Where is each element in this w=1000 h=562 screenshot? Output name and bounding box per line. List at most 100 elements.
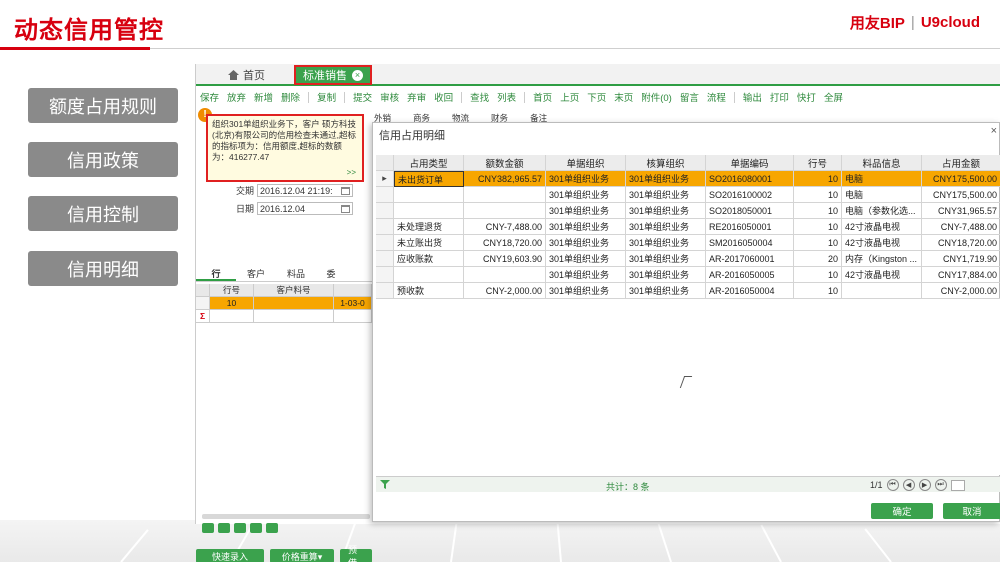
column-header[interactable]: 料品信息 [842,155,922,171]
toolbar-button[interactable]: 复制 [317,90,336,104]
line-grid: 行号 客户料号 10 1-03-0 Σ [196,284,372,323]
column-header[interactable]: 行号 [794,155,842,171]
column-header[interactable]: 核算组织 [626,155,706,171]
dialog-title: 信用占用明细 [379,130,445,142]
date-row: 日期 2016.12.04 [236,202,354,215]
table-cell: 301单组织业务 [626,187,706,203]
sum-row: Σ [196,310,372,323]
toolbar-button[interactable]: 列表 [497,90,516,104]
tab-standard-sales[interactable]: 标准销售 × [294,65,372,85]
column-header[interactable] [376,155,394,171]
table-cell: SO2018050001 [706,203,794,219]
column-header[interactable]: 单据组织 [546,155,626,171]
col-customer-item[interactable]: 客户料号 [254,284,334,297]
menu-credit-control[interactable]: 信用控制 [28,196,178,231]
column-header[interactable]: 单据编码 [706,155,794,171]
calendar-icon[interactable] [341,204,351,213]
ok-button[interactable]: 确定 [871,503,933,519]
subtab-item[interactable]: 料品 [276,266,316,281]
date-input[interactable]: 2016.12.04 [257,202,354,215]
toolbar-button[interactable]: 审核 [380,90,399,104]
toolbar-button[interactable]: 末页 [614,90,633,104]
warning-more-link[interactable]: >> [347,167,356,178]
insert-row-icon[interactable] [234,523,246,533]
subtab-customer[interactable]: 客户 [236,266,276,281]
toolbar-button[interactable]: 首页 [533,90,552,104]
last-page-icon[interactable]: ⏭ [934,479,947,491]
table-row[interactable]: 应收账款 CNY19,603.90 301单组织业务 301单组织业务 AR-20170… [376,251,1000,267]
toolbar-button[interactable]: 流程 [707,90,726,104]
table-cell [376,235,394,251]
subtab-more[interactable]: 委 [316,266,346,281]
form-tab[interactable]: 财务 [491,112,508,123]
table-row[interactable]: 301单组织业务 301单组织业务 AR-2016050005 10 42寸液晶电视 CN… [376,267,1000,283]
menu-credit-policy[interactable]: 信用政策 [28,142,178,177]
toolbar-button[interactable]: 附件(0) [641,90,672,104]
prev-page-icon[interactable]: ◀ [902,479,915,491]
toolbar-button[interactable]: 全屏 [824,90,843,104]
prepay-button[interactable]: 预借 [340,545,372,562]
home-icon [228,70,239,80]
table-cell [842,283,922,299]
table-cell: 301单组织业务 [626,235,706,251]
subtab-lines[interactable]: 行 [196,266,236,281]
delete-row-icon[interactable] [250,523,262,533]
table-row[interactable]: 未立账出货 CNY18,720.00 301单组织业务 301单组织业务 SM20160… [376,235,1000,251]
first-page-icon[interactable]: ⏮ [886,479,899,491]
toolbar-button[interactable]: 快打 [797,90,816,104]
calendar-icon[interactable] [341,186,351,195]
cancel-button[interactable]: 取消 [943,503,1000,519]
filter-icon[interactable] [380,480,390,489]
trade-time-input[interactable]: 2016.12.04 21:19: [257,184,354,197]
table-cell: 301单组织业务 [546,187,626,203]
tab-home[interactable]: 首页 [228,67,265,83]
copy-row-icon[interactable] [266,523,278,533]
table-row[interactable]: 预收款 CNY-2,000.00 301单组织业务 301单组织业务 AR-201605… [376,283,1000,299]
col-extra[interactable] [334,284,372,297]
quick-entry-button[interactable]: 快速录入 [196,549,264,562]
column-header[interactable]: 占用类型 [394,155,464,171]
add-row-icon[interactable] [218,523,230,533]
toolbar-button[interactable]: 删除 [281,90,300,104]
line-subtabs: 行 客户 料品 委 [196,266,372,282]
toolbar-button[interactable]: 查找 [470,90,489,104]
close-icon[interactable]: × [352,69,363,81]
table-cell: 42寸液晶电视 [842,267,922,283]
menu-quota-rules[interactable]: 额度占用规则 [28,88,178,123]
horizontal-scrollbar[interactable] [202,514,370,519]
next-page-icon[interactable]: ▶ [918,479,931,491]
table-cell: CNY382,965.57 [464,171,546,187]
toolbar-button[interactable]: 上页 [560,90,579,104]
filter-icon[interactable] [202,523,214,533]
toolbar-button[interactable]: 打印 [770,90,789,104]
toolbar: 保存 放弃 新增 删除 复制 提交 审核 弃审 收回 查找 列表 首页 上页 下页 末页 附件(0) 留言 流程 输… [196,88,966,106]
form-action-buttons: 快速录入 价格重算▾ 预借 [196,545,372,562]
column-header[interactable]: 额数金额 [464,155,546,171]
form-tab[interactable]: 商务 [413,112,430,123]
table-row[interactable]: 未处理退货 CNY-7,488.00 301单组织业务 301单组织业务 RE20160… [376,219,1000,235]
toolbar-button[interactable]: 下页 [587,90,606,104]
form-tab[interactable]: 备注 [530,112,547,123]
column-header[interactable]: 占用金额 [922,155,1000,171]
price-recalc-button[interactable]: 价格重算▾ [270,549,334,562]
menu-credit-detail[interactable]: 信用明细 [28,251,178,286]
toolbar-button[interactable]: 弃审 [407,90,426,104]
toolbar-button[interactable]: 放弃 [227,90,246,104]
form-tab[interactable]: 物流 [452,112,469,123]
table-cell: 预收款 [394,283,464,299]
table-row[interactable]: 301单组织业务 301单组织业务 SO2018050001 10 电脑（参数化选...… [376,203,1000,219]
toolbar-button[interactable]: 输出 [743,90,762,104]
toolbar-button[interactable]: 新增 [254,90,273,104]
toolbar-button[interactable]: 收回 [434,90,453,104]
toolbar-button[interactable]: 保存 [200,90,219,104]
page-input[interactable] [950,479,965,491]
col-line-no[interactable]: 行号 [210,284,254,297]
toolbar-button[interactable]: 留言 [680,90,699,104]
close-icon[interactable]: × [991,125,997,137]
table-cell: 301单组织业务 [546,235,626,251]
table-row[interactable]: 301单组织业务 301单组织业务 SO2016100002 10 电脑 CNY175,5… [376,187,1000,203]
toolbar-button[interactable]: 提交 [353,90,372,104]
table-row[interactable]: ▸ 未出货订单 CNY382,965.57 301单组织业务 301单组织业务 SO201… [376,171,1000,187]
form-tab[interactable]: 外销 [374,112,391,123]
table-row[interactable]: 10 1-03-0 [196,297,372,310]
